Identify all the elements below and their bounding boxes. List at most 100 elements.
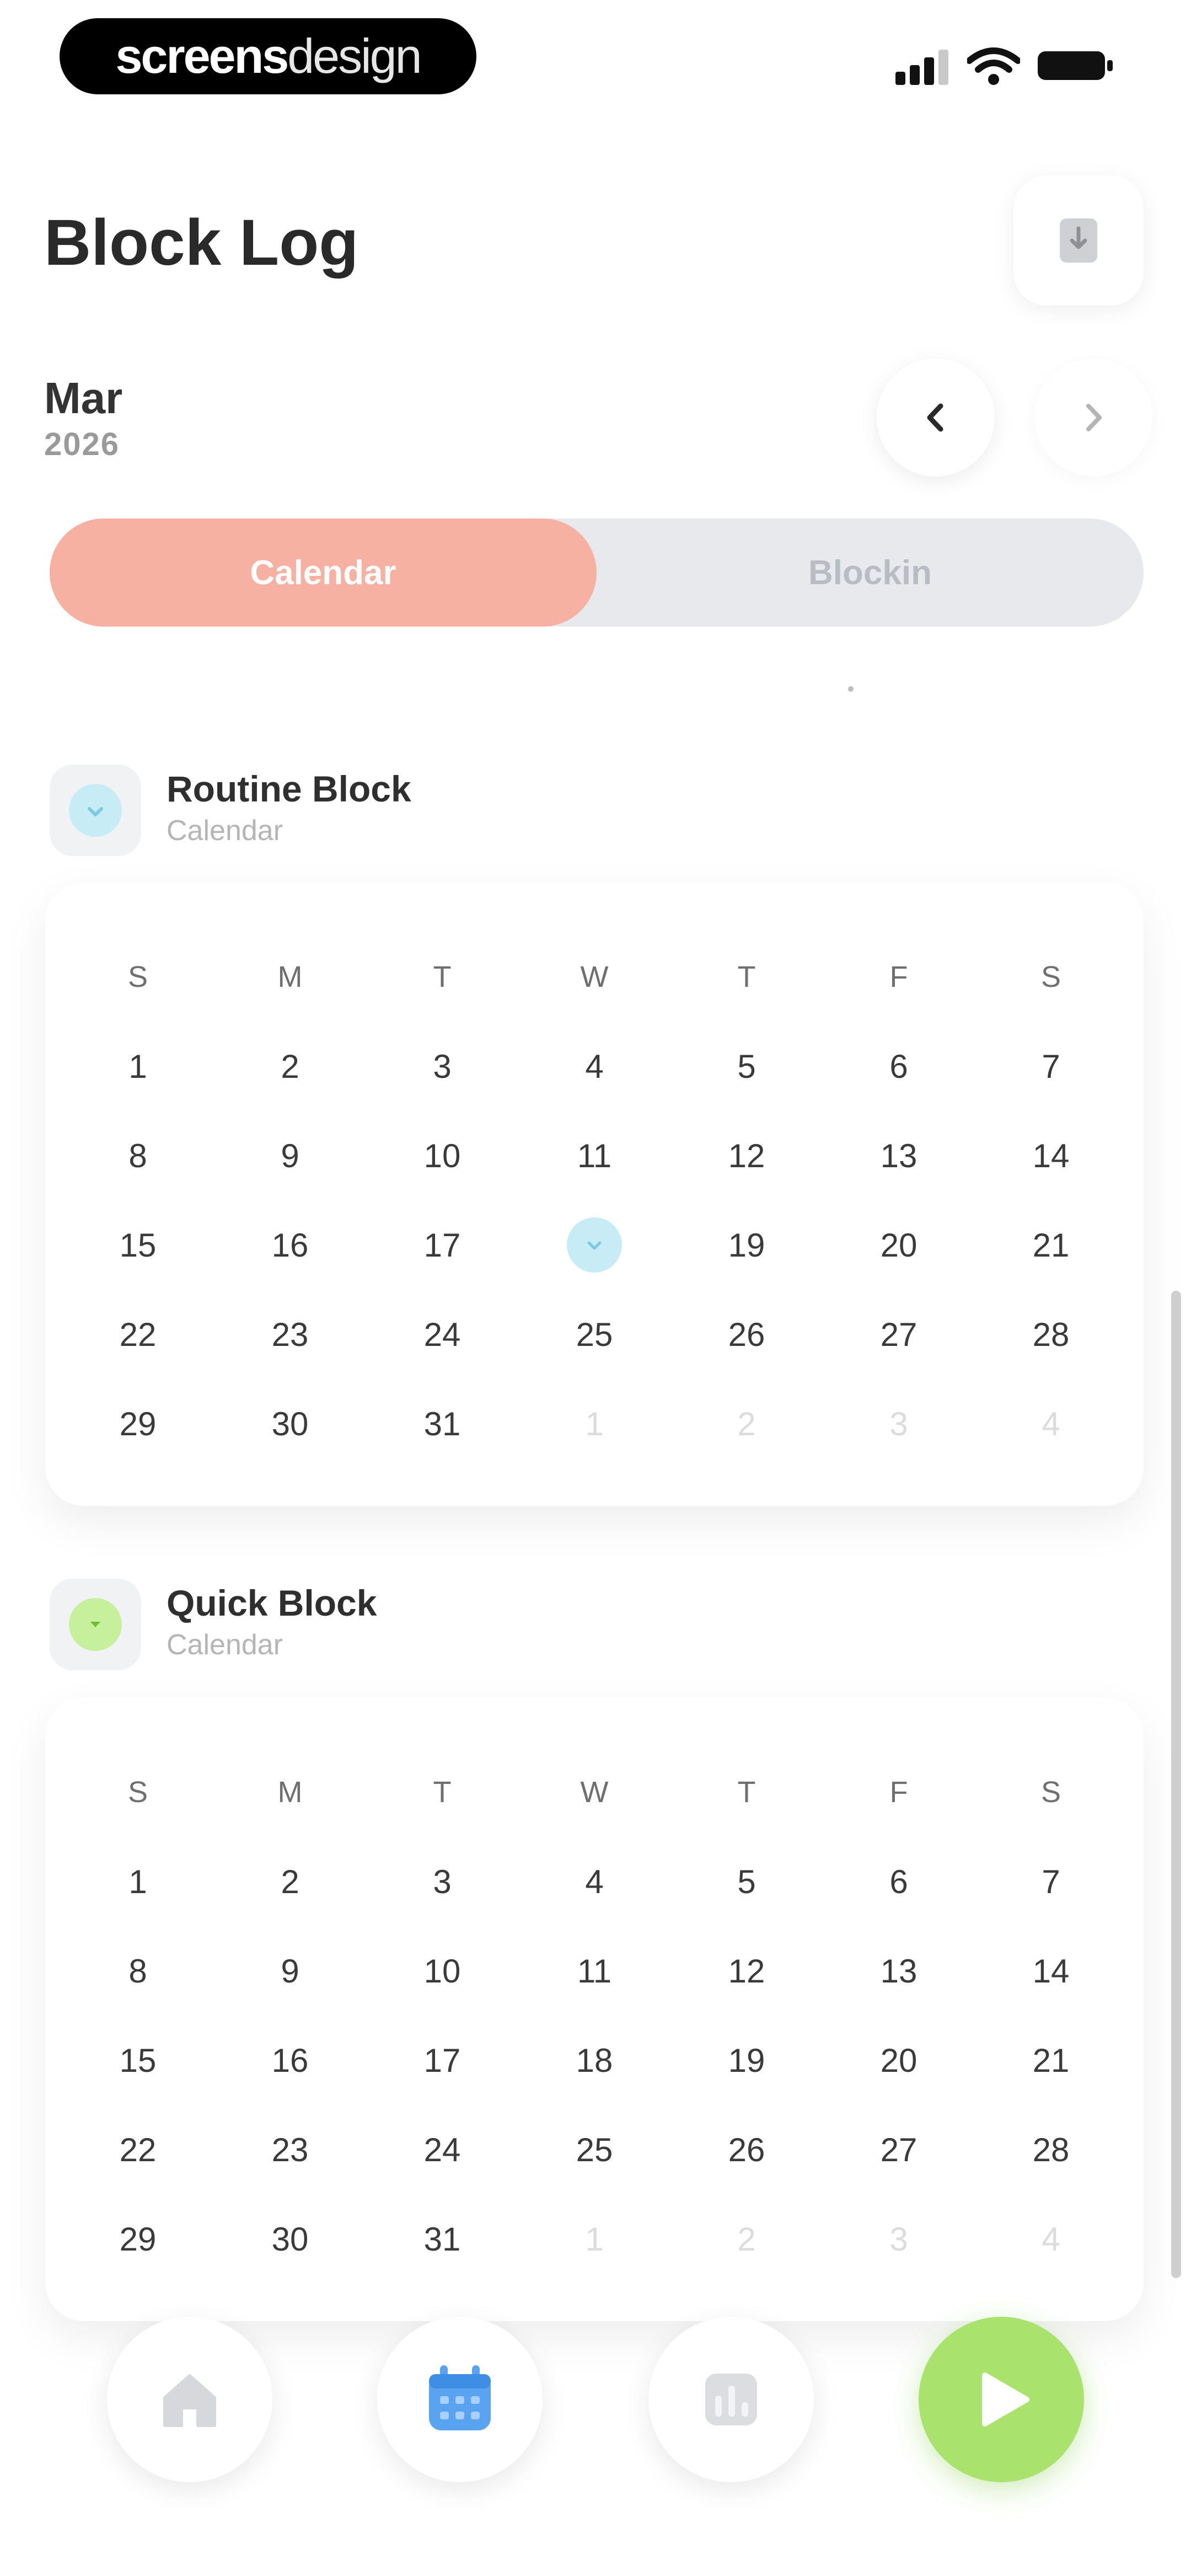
quick-day-cell[interactable]: 4	[975, 2194, 1127, 2284]
quick-day-cell[interactable]: 21	[975, 2016, 1127, 2105]
next-month-button[interactable]	[1034, 359, 1152, 477]
routine-day-cell[interactable]: 2	[670, 1379, 823, 1468]
quick-day-cell[interactable]: 31	[366, 2194, 518, 2284]
wifi-icon	[967, 47, 1020, 85]
routine-day-cell[interactable]: 29	[62, 1379, 214, 1468]
routine-day-cell[interactable]: 2	[214, 1022, 366, 1111]
routine-day-cell[interactable]: 17	[366, 1200, 518, 1290]
routine-day-cell[interactable]: 27	[823, 1290, 975, 1379]
tab-calendar-nav[interactable]	[377, 2317, 543, 2482]
tab-stats[interactable]	[648, 2317, 814, 2482]
quick-day-cell[interactable]: 3	[823, 2194, 975, 2284]
quick-weekday-header: T	[433, 1776, 452, 1809]
tab-blockin[interactable]: Blockin	[597, 519, 1144, 627]
routine-day-cell[interactable]: 21	[975, 1200, 1127, 1290]
quick-day-cell[interactable]: 28	[975, 2105, 1127, 2194]
quick-day-cell[interactable]: 11	[518, 1926, 670, 2016]
routine-day-cell[interactable]: 4	[518, 1022, 670, 1111]
quick-day-cell[interactable]: 18	[518, 2016, 670, 2105]
scrollbar[interactable]	[1171, 1291, 1181, 2278]
status-icons	[895, 46, 1114, 85]
tab-calendar[interactable]: Calendar	[50, 519, 597, 627]
quick-day-cell[interactable]: 30	[214, 2194, 366, 2284]
routine-day-cell[interactable]: 30	[214, 1379, 366, 1468]
quick-day-cell[interactable]: 17	[366, 2016, 518, 2105]
quick-day-cell[interactable]: 22	[62, 2105, 214, 2194]
routine-day-cell[interactable]: 26	[670, 1290, 823, 1379]
routine-day-cell[interactable]: 28	[975, 1290, 1127, 1379]
quick-day-cell[interactable]: 13	[823, 1926, 975, 2016]
routine-day-cell[interactable]: 14	[975, 1111, 1127, 1200]
start-block-button[interactable]	[919, 2317, 1084, 2482]
quick-day-cell[interactable]: 8	[62, 1926, 214, 2016]
brand-watermark: screens design	[60, 18, 476, 94]
quick-day-cell[interactable]: 23	[214, 2105, 366, 2194]
quick-day-cell[interactable]: 5	[670, 1837, 823, 1926]
quick-day-cell[interactable]: 25	[518, 2105, 670, 2194]
routine-day-cell[interactable]: 22	[62, 1290, 214, 1379]
quick-day-cell[interactable]: 29	[62, 2194, 214, 2284]
quick-day-cell[interactable]: 24	[366, 2105, 518, 2194]
routine-block-icon	[50, 765, 141, 856]
chevron-right-icon	[1086, 404, 1102, 431]
routine-day-cell[interactable]: 8	[62, 1111, 214, 1200]
quick-block-title: Quick Block	[167, 1583, 377, 1623]
quick-day-cell[interactable]: 26	[670, 2105, 823, 2194]
quick-day-cell[interactable]: 2	[214, 1837, 366, 1926]
quick-day-cell[interactable]: 15	[62, 2016, 214, 2105]
export-icon	[1060, 218, 1097, 263]
routine-day-cell[interactable]: 31	[366, 1379, 518, 1468]
routine-day-cell[interactable]: 3	[823, 1379, 975, 1468]
routine-day-cell[interactable]: 13	[823, 1111, 975, 1200]
quick-weekday-header: S	[1040, 1776, 1061, 1809]
routine-day-cell[interactable]: 11	[518, 1111, 670, 1200]
check-icon	[69, 1598, 122, 1651]
quick-day-cell[interactable]: 6	[823, 1837, 975, 1926]
routine-day-cell[interactable]: 10	[366, 1111, 518, 1200]
quick-day-cell[interactable]: 1	[62, 1837, 214, 1926]
play-icon	[982, 2372, 1029, 2427]
quick-day-cell[interactable]: 16	[214, 2016, 366, 2105]
routine-day-cell[interactable]: 3	[366, 1022, 518, 1111]
quick-day-cell[interactable]: 10	[366, 1926, 518, 2016]
routine-day-cell[interactable]: 15	[62, 1200, 214, 1290]
routine-day-cell[interactable]: 1	[62, 1022, 214, 1111]
routine-day-cell[interactable]: 1	[518, 1379, 670, 1468]
routine-day-cell[interactable]: 4	[975, 1379, 1127, 1468]
export-button[interactable]	[1013, 175, 1144, 306]
stats-icon	[705, 2374, 757, 2425]
previous-month-button[interactable]	[877, 359, 995, 477]
routine-day-cell[interactable]: 20	[823, 1200, 975, 1290]
routine-day-cell[interactable]: 6	[823, 1022, 975, 1111]
quick-weekday-header: T	[737, 1776, 756, 1809]
routine-day-cell[interactable]: 24	[366, 1290, 518, 1379]
quick-day-cell[interactable]: 19	[670, 2016, 823, 2105]
routine-block-subtitle: Calendar	[167, 815, 283, 847]
quick-day-cell[interactable]: 14	[975, 1926, 1127, 2016]
routine-day-cell[interactable]: 7	[975, 1022, 1127, 1111]
quick-day-cell[interactable]: 7	[975, 1837, 1127, 1926]
quick-day-cell[interactable]: 12	[670, 1926, 823, 2016]
quick-day-cell[interactable]: 3	[366, 1837, 518, 1926]
routine-day-cell[interactable]: 16	[214, 1200, 366, 1290]
calendar-icon	[429, 2365, 491, 2430]
routine-day-cell[interactable]: 5	[670, 1022, 823, 1111]
routine-day-cell[interactable]: 12	[670, 1111, 823, 1200]
quick-calendar-grid: S M T W T F S 1 2 3 4 5 6 7 8 9 10 11 12 13 14 15 16 17 18 19 20 21…	[62, 1747, 1127, 2284]
routine-calendar-grid: S M T W T F S 1 2 3 4 5 6 7 8 9 10 11 12 13 14 15 16 17 19 20 21 22…	[62, 932, 1127, 1468]
routine-day-cell[interactable]: 23	[214, 1290, 366, 1379]
routine-day-marked[interactable]	[518, 1200, 670, 1290]
tab-home[interactable]	[107, 2317, 272, 2482]
quick-weekday-header: F	[889, 1776, 908, 1809]
quick-day-cell[interactable]: 1	[518, 2194, 670, 2284]
quick-day-cell[interactable]: 4	[518, 1837, 670, 1926]
quick-day-cell[interactable]: 9	[214, 1926, 366, 2016]
routine-day-cell[interactable]: 25	[518, 1290, 670, 1379]
quick-day-cell[interactable]: 27	[823, 2105, 975, 2194]
quick-day-cell[interactable]: 20	[823, 2016, 975, 2105]
routine-day-cell[interactable]: 19	[670, 1200, 823, 1290]
routine-day-cell[interactable]: 9	[214, 1111, 366, 1200]
quick-day-cell[interactable]: 2	[670, 2194, 823, 2284]
current-month: Mar	[44, 373, 123, 423]
routine-weekday-header: S	[1040, 960, 1061, 993]
